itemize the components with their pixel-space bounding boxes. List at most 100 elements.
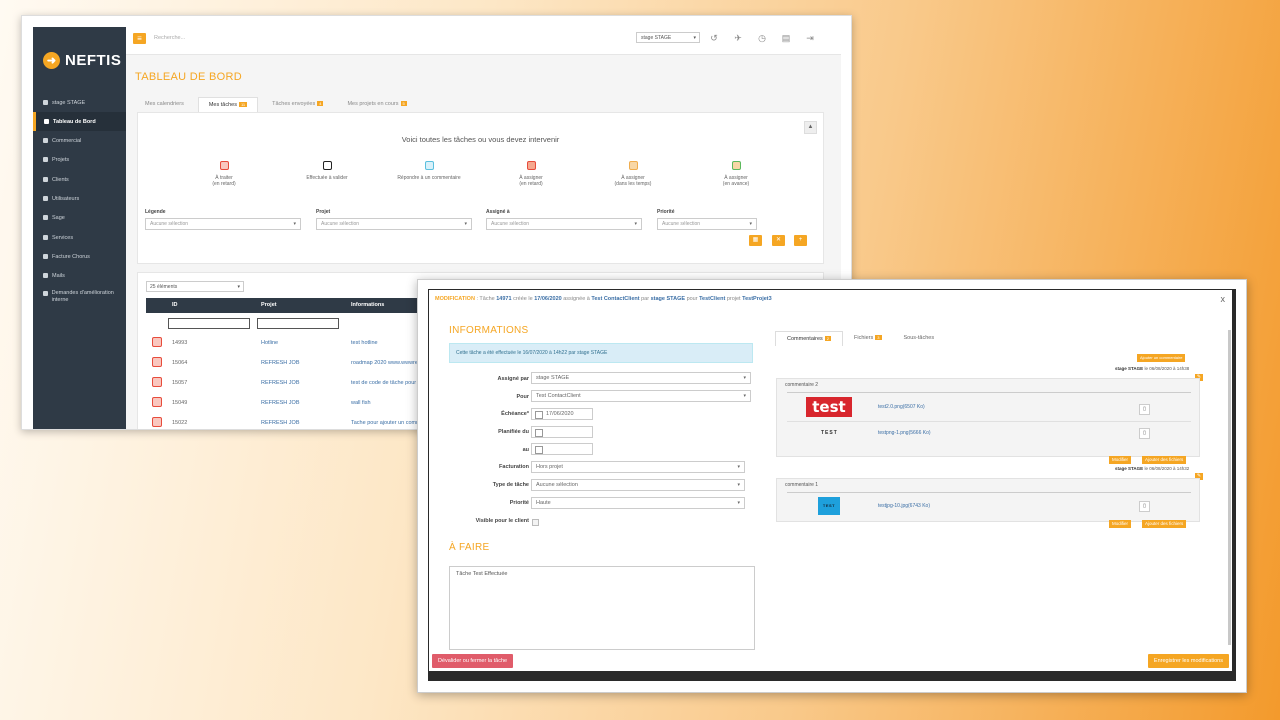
field-label: Échéance* bbox=[501, 411, 529, 417]
tab-fichiers[interactable]: Fichiers 3 bbox=[843, 331, 893, 346]
assigne-par-select[interactable]: stage STAGE ▾ bbox=[531, 372, 751, 384]
tab-calendriers[interactable]: Mes calendriers bbox=[135, 97, 194, 112]
projet-select[interactable]: Aucune sélection ▾ bbox=[316, 218, 472, 230]
page-size-select[interactable]: 25 éléments ▾ bbox=[146, 281, 244, 292]
logo[interactable]: ➜ NEFTIS bbox=[43, 52, 121, 69]
planifiee-du-input[interactable] bbox=[531, 426, 593, 438]
delete-icon[interactable]: ▯ bbox=[1139, 501, 1150, 512]
stage-select[interactable]: stage STAGE ▾ bbox=[636, 32, 700, 43]
sidebar-item-clients[interactable]: Clients bbox=[33, 170, 126, 189]
modifier-button[interactable]: Modifier bbox=[1109, 520, 1132, 528]
visible-client-checkbox[interactable] bbox=[532, 519, 539, 526]
comment-card: commentaire 2 test test2.0.png(6507 Ko) … bbox=[776, 378, 1200, 457]
tag-icon bbox=[43, 215, 48, 220]
tab-projets-en-cours[interactable]: Mes projets en cours 5 bbox=[337, 97, 417, 112]
file-link[interactable]: testjpg-10.jpg(6743 Ko) bbox=[878, 503, 930, 509]
legend-item: Répondre à un commentaire bbox=[384, 161, 474, 181]
count-badge: 3 bbox=[875, 335, 882, 340]
file-thumbnail[interactable]: TEST bbox=[818, 497, 840, 515]
tab-mes-taches[interactable]: Mes tâches 11 bbox=[197, 97, 259, 112]
sidebar-item-utilisateurs[interactable]: Utilisateurs bbox=[33, 189, 126, 208]
add-files-button[interactable]: Ajouter des fichiers bbox=[1142, 520, 1187, 528]
logout-icon[interactable]: ⇥ bbox=[805, 33, 815, 43]
assigne-select[interactable]: Aucune sélection ▾ bbox=[486, 218, 642, 230]
field-label: Planifiée du bbox=[498, 429, 529, 435]
sidebar-item-user[interactable]: stage STAGE bbox=[33, 93, 126, 112]
clock-icon[interactable]: ◷ bbox=[757, 33, 767, 43]
sidebar-item-projets[interactable]: Projets bbox=[33, 150, 126, 169]
sidebar-item-demandes[interactable]: Demandes d'amélioration interne bbox=[33, 286, 126, 312]
sidebar-item-services[interactable]: Services bbox=[33, 228, 126, 247]
legend-item: Effectuée à valider bbox=[282, 161, 372, 181]
filter-label: Assigné à bbox=[486, 209, 510, 215]
a-faire-textarea[interactable]: Tâche Test Effectuée bbox=[449, 566, 755, 650]
logo-text: NEFTIS bbox=[65, 52, 122, 69]
save-button[interactable]: Enregistrer les modifications bbox=[1147, 654, 1229, 668]
filter-label: Priorité bbox=[657, 209, 675, 215]
sidebar-item-dashboard[interactable]: Tableau de Bord bbox=[33, 112, 126, 131]
count-badge: 2 bbox=[824, 336, 831, 341]
close-icon[interactable]: x bbox=[1221, 294, 1226, 304]
add-comment-button[interactable]: Ajouter un commentaire bbox=[1137, 354, 1186, 362]
priorite-select[interactable]: Haute ▾ bbox=[531, 497, 745, 509]
pour-select[interactable]: Test ContactClient ▾ bbox=[531, 390, 751, 402]
informations-title: INFORMATIONS bbox=[449, 325, 529, 336]
search-input[interactable]: Recherche... bbox=[154, 35, 185, 41]
sidebar-item-sage[interactable]: Sage bbox=[33, 208, 126, 227]
scrollbar[interactable] bbox=[1228, 330, 1231, 645]
comment-meta: stage STAGE le 06/08/2020 à 14h32 bbox=[1115, 466, 1190, 471]
menu-icon[interactable]: ≡ bbox=[133, 33, 146, 44]
eraser-button[interactable]: ✕ bbox=[772, 235, 785, 246]
filter-label: Légende bbox=[145, 209, 166, 215]
field-label: Assigné par bbox=[497, 376, 529, 382]
tab-sous-taches[interactable]: Sous-tâches bbox=[893, 331, 946, 346]
add-button[interactable]: + bbox=[794, 235, 807, 246]
legend-item: À assigner (dans les temps) bbox=[588, 161, 678, 187]
count-badge: 4 bbox=[317, 101, 324, 106]
sidebar-item-commercial[interactable]: Commercial bbox=[33, 131, 126, 150]
chevron-down-icon: ▾ bbox=[693, 35, 696, 41]
column-header[interactable]: Informations bbox=[351, 302, 384, 308]
legende-select[interactable]: Aucune sélection ▾ bbox=[145, 218, 301, 230]
tab-taches-envoyees[interactable]: Tâches envoyées 4 bbox=[262, 97, 334, 112]
file-link[interactable]: testpng-1.png(5666 Ko) bbox=[878, 430, 931, 436]
delete-icon[interactable]: ▯ bbox=[1139, 428, 1150, 439]
facturation-select[interactable]: Hors projet ▾ bbox=[531, 461, 745, 473]
delete-icon[interactable]: ▯ bbox=[1139, 404, 1150, 415]
sidebar-item-facture[interactable]: Facture Chorus bbox=[33, 247, 126, 266]
id-filter-input[interactable] bbox=[168, 318, 250, 329]
add-files-button[interactable]: Ajouter des fichiers bbox=[1142, 456, 1187, 464]
planifiee-au-input[interactable] bbox=[531, 443, 593, 455]
file-link[interactable]: test2.0.png(6507 Ko) bbox=[878, 404, 925, 410]
task-modal-window: MODIFICATION : Tâche 14971 créée le 17/0… bbox=[417, 279, 1247, 693]
sidebar-item-mails[interactable]: Mails bbox=[33, 266, 126, 285]
field-label: Pour bbox=[516, 394, 529, 400]
calendar-icon bbox=[535, 446, 543, 454]
card-icon[interactable]: ▤ bbox=[781, 33, 791, 43]
user-icon bbox=[43, 100, 48, 105]
column-header[interactable]: ID bbox=[172, 302, 178, 308]
devalider-button[interactable]: Dévalider ou fermer la tâche bbox=[432, 654, 514, 668]
folder-icon bbox=[43, 157, 48, 162]
chevron-down-icon: ▾ bbox=[464, 221, 467, 227]
chevron-up-icon[interactable]: ▲ bbox=[804, 121, 817, 134]
chevron-down-icon: ▾ bbox=[743, 393, 746, 399]
divider bbox=[787, 421, 1191, 422]
invoice-icon bbox=[43, 254, 48, 259]
tab-commentaires[interactable]: Commentaires 2 bbox=[775, 331, 843, 346]
legend-item: À traiter (en retard) bbox=[179, 161, 269, 187]
status-square bbox=[152, 357, 162, 367]
projet-filter-input[interactable] bbox=[257, 318, 339, 329]
task-modal: MODIFICATION : Tâche 14971 créée le 17/0… bbox=[429, 290, 1232, 671]
file-thumbnail[interactable]: TEST bbox=[821, 430, 838, 436]
plane-icon[interactable]: ✈ bbox=[733, 33, 743, 43]
grid-view-button[interactable]: ▦ bbox=[749, 235, 762, 246]
type-tache-select[interactable]: Aucune sélection ▾ bbox=[531, 479, 745, 491]
history-icon[interactable]: ↺ bbox=[709, 33, 719, 43]
file-thumbnail[interactable]: test bbox=[806, 397, 852, 417]
column-header[interactable]: Projet bbox=[261, 302, 277, 308]
priorite-select[interactable]: Aucune sélection ▾ bbox=[657, 218, 757, 230]
echeance-input[interactable]: 17/06/2020 bbox=[531, 408, 593, 420]
modifier-button[interactable]: Modifier bbox=[1109, 456, 1132, 464]
calendar-icon bbox=[535, 411, 543, 419]
